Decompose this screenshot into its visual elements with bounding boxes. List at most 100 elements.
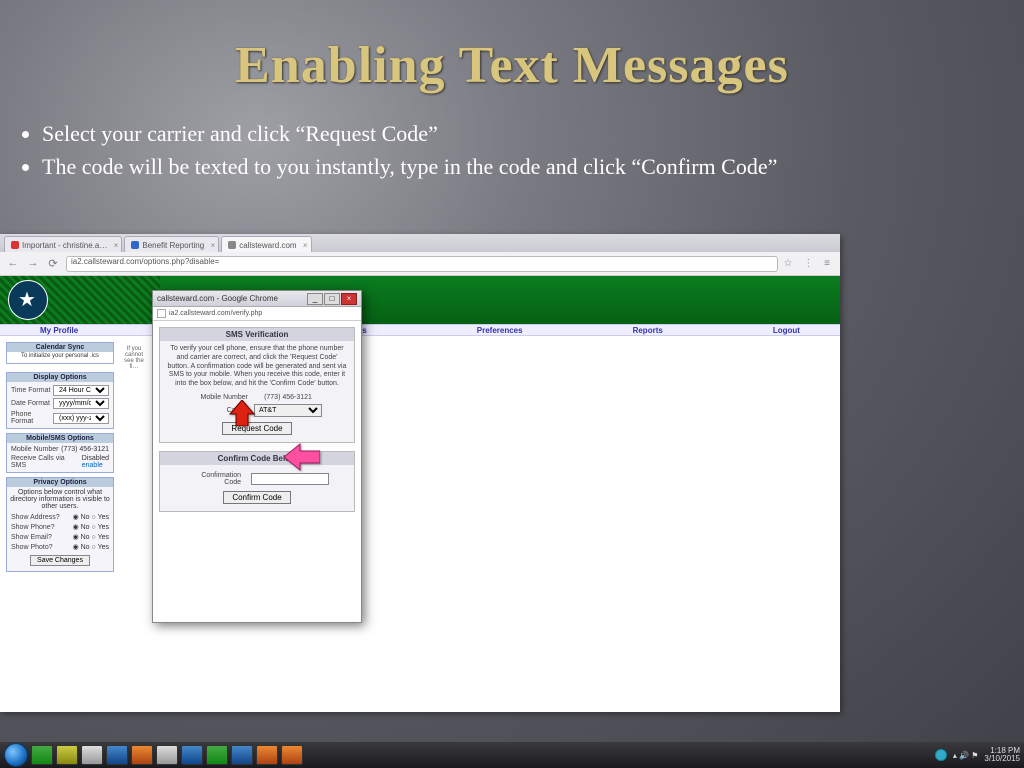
site-banner — [0, 276, 840, 324]
tab-callsteward[interactable]: callsteward.com × — [221, 236, 311, 252]
menu-logout[interactable]: Logout — [773, 325, 800, 335]
bullet-1: Select your carrier and click “Request C… — [42, 119, 942, 150]
receive-sms-value: Disabled — [82, 455, 109, 462]
taskbar-app-icon[interactable] — [131, 745, 153, 765]
site-logo-icon — [8, 280, 48, 320]
time-format-select[interactable]: 24 Hour Clock — [53, 385, 109, 396]
tab-label: Important - christine.a… — [22, 241, 107, 250]
popup-window-title: callsteward.com - Google Chrome — [157, 294, 278, 303]
show-photo-radios[interactable]: ◉ No ○ Yes — [73, 543, 109, 551]
show-email-radios[interactable]: ◉ No ○ Yes — [73, 533, 109, 541]
privacy-note: Options below control what directory inf… — [9, 489, 111, 510]
taskbar-app-icon[interactable] — [56, 745, 78, 765]
popup-titlebar: callsteward.com - Google Chrome _ □ × — [153, 291, 361, 307]
taskbar-app-icon[interactable] — [281, 745, 303, 765]
browser-window: Important - christine.a… × Benefit Report… — [0, 234, 840, 712]
taskbar-app-icon[interactable] — [256, 745, 278, 765]
clock-date: 3/10/2015 — [984, 755, 1020, 763]
enable-link[interactable]: enable — [82, 462, 103, 469]
popup-url: ia2.callsteward.com/verify.php — [169, 310, 262, 317]
confirmation-code-label: Confirmation Code — [185, 472, 241, 486]
panel-text: To initialize your personal .ics — [7, 352, 113, 360]
panel-display-options: Display Options Time Format24 Hour Clock… — [6, 372, 114, 429]
receive-sms-label: Receive Calls via SMS — [11, 455, 82, 469]
verify-popup-window: callsteward.com - Google Chrome _ □ × ia… — [152, 290, 362, 623]
forward-icon[interactable]: → — [26, 257, 40, 271]
date-format-select[interactable]: yyyy/mm/dd — [53, 398, 109, 409]
address-bar: ← → ⟳ ia2.callsteward.com/options.php?di… — [0, 252, 840, 276]
taskbar-app-icon[interactable] — [31, 745, 53, 765]
page-icon — [157, 309, 166, 318]
site-menu: My Profile Calendar Contacts Preferences… — [0, 324, 840, 336]
slide-bullets: Select your carrier and click “Request C… — [42, 119, 1024, 183]
tab-label: Benefit Reporting — [142, 241, 204, 250]
url-input[interactable]: ia2.callsteward.com/options.php?disable= — [66, 256, 778, 272]
windows-taskbar: ▴ 🔊 ⚑ 1:18 PM 3/10/2015 — [0, 742, 1024, 768]
help-tray-icon[interactable] — [935, 749, 947, 761]
panel-header: Privacy Options — [7, 478, 113, 487]
panel-privacy-options: Privacy Options Options below control wh… — [6, 477, 114, 572]
panel-header: Mobile/SMS Options — [7, 434, 113, 443]
addr-icons[interactable]: ☆ ⋮ ≡ — [784, 258, 834, 269]
maximize-button[interactable]: □ — [324, 293, 340, 305]
sms-instructions: To verify your cell phone, ensure that t… — [166, 345, 348, 389]
confirmation-code-input[interactable] — [251, 473, 329, 485]
time-format-label: Time Format — [11, 387, 50, 394]
show-email-label: Show Email? — [11, 534, 52, 541]
popup-address-bar: ia2.callsteward.com/verify.php — [153, 307, 361, 321]
taskbar-app-icon[interactable] — [106, 745, 128, 765]
tray-icons[interactable]: ▴ 🔊 ⚑ — [953, 751, 979, 760]
menu-preferences[interactable]: Preferences — [477, 325, 523, 335]
red-up-arrow-icon — [228, 400, 256, 426]
show-address-radios[interactable]: ◉ No ○ Yes — [73, 513, 109, 521]
taskbar-app-icon[interactable] — [181, 745, 203, 765]
pink-left-arrow-icon — [284, 442, 320, 472]
taskbar-app-icon[interactable] — [231, 745, 253, 765]
back-icon[interactable]: ← — [6, 257, 20, 271]
favicon-icon — [131, 241, 139, 249]
minimize-button[interactable]: _ — [307, 293, 323, 305]
mobile-number-label: Mobile Number — [11, 446, 58, 453]
panel-calendar-sync: Calendar Sync To initialize your persona… — [6, 342, 114, 364]
close-icon[interactable]: × — [114, 241, 119, 250]
tab-label: callsteward.com — [239, 241, 296, 250]
panel-header: Calendar Sync — [7, 343, 113, 352]
confirm-code-button[interactable]: Confirm Code — [223, 491, 290, 504]
save-changes-button[interactable]: Save Changes — [30, 555, 90, 566]
taskbar-app-icon[interactable] — [206, 745, 228, 765]
close-button[interactable]: × — [341, 293, 357, 305]
slide-title: Enabling Text Messages — [0, 0, 1024, 95]
sms-verification-header: SMS Verification — [160, 328, 354, 341]
mobile-number-value: (773) 456-3121 — [61, 446, 109, 453]
date-format-label: Date Format — [11, 400, 50, 407]
show-photo-label: Show Photo? — [11, 544, 53, 551]
menu-my-profile[interactable]: My Profile — [40, 325, 78, 335]
show-phone-radios[interactable]: ◉ No ○ Yes — [73, 523, 109, 531]
truncated-note: If you cannot see the fi… — [122, 342, 146, 572]
panel-sms-options: Mobile/SMS Options Mobile Number(773) 45… — [6, 433, 114, 473]
menu-reports[interactable]: Reports — [633, 325, 663, 335]
close-icon[interactable]: × — [303, 241, 308, 250]
system-clock[interactable]: 1:18 PM 3/10/2015 — [984, 747, 1020, 763]
bullet-2: The code will be texted to you instantly… — [42, 152, 942, 183]
start-button[interactable] — [4, 743, 28, 767]
panel-header: Display Options — [7, 373, 113, 382]
phone-format-label: Phone Format — [11, 411, 53, 425]
phone-format-select[interactable]: (xxx) yyy-zzzz — [53, 413, 109, 424]
sms-verification-box: SMS Verification To verify your cell pho… — [159, 327, 355, 443]
show-address-label: Show Address? — [11, 514, 60, 521]
show-phone-label: Show Phone? — [11, 524, 55, 531]
taskbar-app-icon[interactable] — [81, 745, 103, 765]
popup-mobile-value: (773) 456-3121 — [254, 394, 322, 401]
confirm-code-header: Confirm Code Below — [160, 452, 354, 465]
tab-benefit[interactable]: Benefit Reporting × — [124, 236, 219, 252]
taskbar-app-icon[interactable] — [156, 745, 178, 765]
reload-icon[interactable]: ⟳ — [46, 257, 60, 271]
close-icon[interactable]: × — [211, 241, 216, 250]
favicon-icon — [11, 241, 19, 249]
tab-strip: Important - christine.a… × Benefit Report… — [0, 234, 840, 252]
favicon-icon — [228, 241, 236, 249]
carrier-select[interactable]: AT&T — [254, 404, 322, 417]
confirm-code-box: Confirm Code Below Confirmation Code Con… — [159, 451, 355, 512]
tab-gmail[interactable]: Important - christine.a… × — [4, 236, 122, 252]
